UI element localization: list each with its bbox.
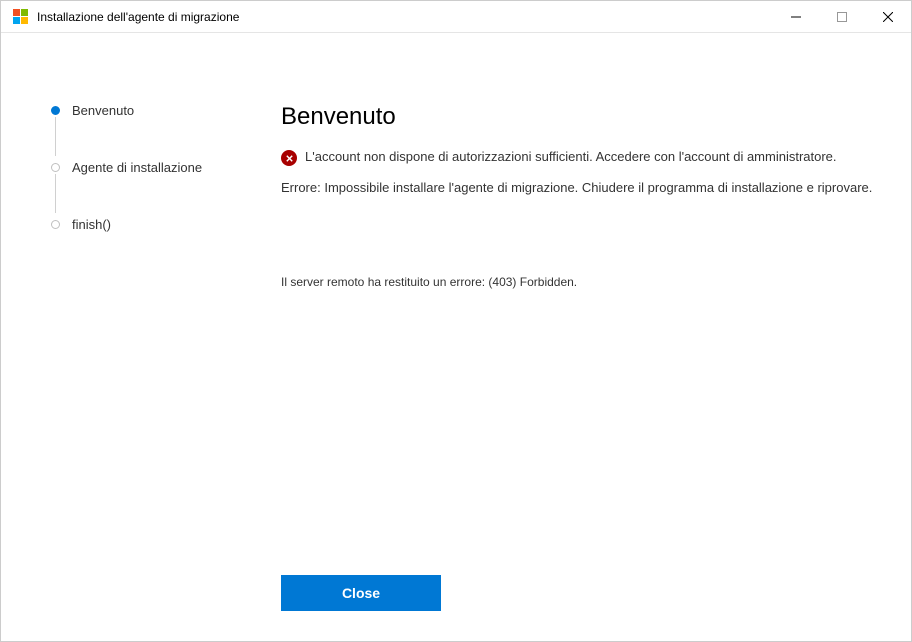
step-item-finish: finish() [51, 217, 241, 232]
step-list: Benvenuto Agente di installazione finish… [51, 103, 241, 232]
footer: Close [1, 575, 911, 641]
step-item-welcome: Benvenuto [51, 103, 241, 160]
close-window-button[interactable] [865, 1, 911, 33]
sidebar: Benvenuto Agente di installazione finish… [51, 103, 261, 575]
step-item-install-agent: Agente di installazione [51, 160, 241, 217]
error-message: L'account non dispone di autorizzazioni … [305, 149, 837, 164]
step-dot-icon [51, 220, 60, 229]
minimize-button[interactable] [773, 1, 819, 33]
close-icon [883, 12, 893, 22]
minimize-icon [791, 12, 801, 22]
step-label: finish() [72, 217, 111, 232]
error-icon [281, 150, 297, 166]
maximize-button[interactable] [819, 1, 865, 33]
installer-window: Installazione dell'agente di migrazione … [0, 0, 912, 642]
server-error-text: Il server remoto ha restituito un errore… [281, 275, 881, 289]
step-dot-icon [51, 106, 60, 115]
microsoft-logo-icon [13, 9, 29, 25]
error-detail: Errore: Impossibile installare l'agente … [281, 180, 881, 195]
maximize-icon [837, 12, 847, 22]
window-title: Installazione dell'agente di migrazione [37, 10, 773, 24]
main-area: Benvenuto Agente di installazione finish… [1, 33, 911, 575]
content-area: Benvenuto Agente di installazione finish… [1, 33, 911, 641]
page-title: Benvenuto [281, 103, 881, 131]
main-content: Benvenuto L'account non dispone di autor… [261, 103, 881, 575]
window-controls [773, 1, 911, 33]
step-label: Benvenuto [72, 103, 134, 118]
step-label: Agente di installazione [72, 160, 202, 175]
step-dot-icon [51, 163, 60, 172]
error-row: L'account non dispone di autorizzazioni … [281, 149, 881, 166]
titlebar: Installazione dell'agente di migrazione [1, 1, 911, 33]
close-button[interactable]: Close [281, 575, 441, 611]
